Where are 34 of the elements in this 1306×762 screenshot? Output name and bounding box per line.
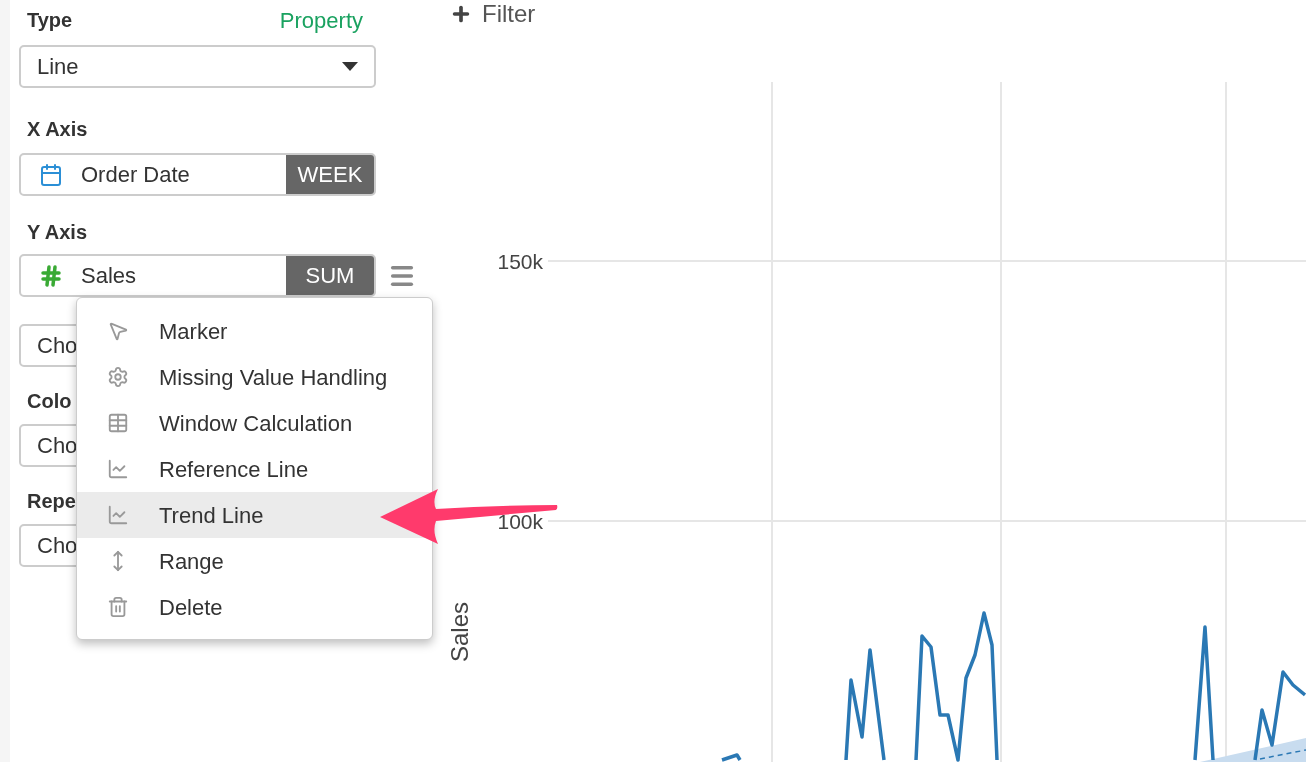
pointer-icon [107,320,129,342]
menu-item[interactable]: Trend Line [77,492,432,538]
filter-button[interactable]: Filter [450,0,536,26]
line-chart-icon [107,504,129,526]
aggregation-tag[interactable]: SUM [286,256,374,295]
plus-icon [450,3,472,25]
line-chart-icon [107,458,129,480]
trend-line [1259,749,1306,760]
menu-item[interactable]: Reference Line [77,446,432,492]
menu-item[interactable]: Marker [77,308,432,354]
field-pill[interactable]: Sales SUM [19,254,376,297]
chart-type-select[interactable]: Line [19,45,376,88]
menu-item[interactable]: Window Calculation [77,400,432,446]
section-label: Repe [27,491,77,511]
calendar-icon [39,162,63,187]
menu-item[interactable]: Missing Value Handling [77,354,432,400]
y-axis-title: Sales [446,602,473,662]
trash-icon [107,596,129,618]
settings-icon [107,366,129,388]
aggregation-tag[interactable]: WEEK [286,155,374,194]
menu-item[interactable]: Delete [77,584,432,630]
section-label: Colo [27,391,73,411]
field-name: Sales [81,262,138,290]
dropdown-caret-icon [342,62,358,71]
y-tick-label: 100k [497,510,543,533]
section-label: Y Axis [27,222,89,242]
y-tick-label: 150k [497,250,543,273]
section-label: Type [27,10,73,32]
menu-item[interactable]: Range [77,538,432,584]
section-label: X Axis [27,119,89,139]
field-name: Order Date [81,161,191,189]
hash-icon [39,263,63,288]
table-icon [107,412,129,434]
field-pill[interactable]: Order Date WEEK [19,153,376,196]
